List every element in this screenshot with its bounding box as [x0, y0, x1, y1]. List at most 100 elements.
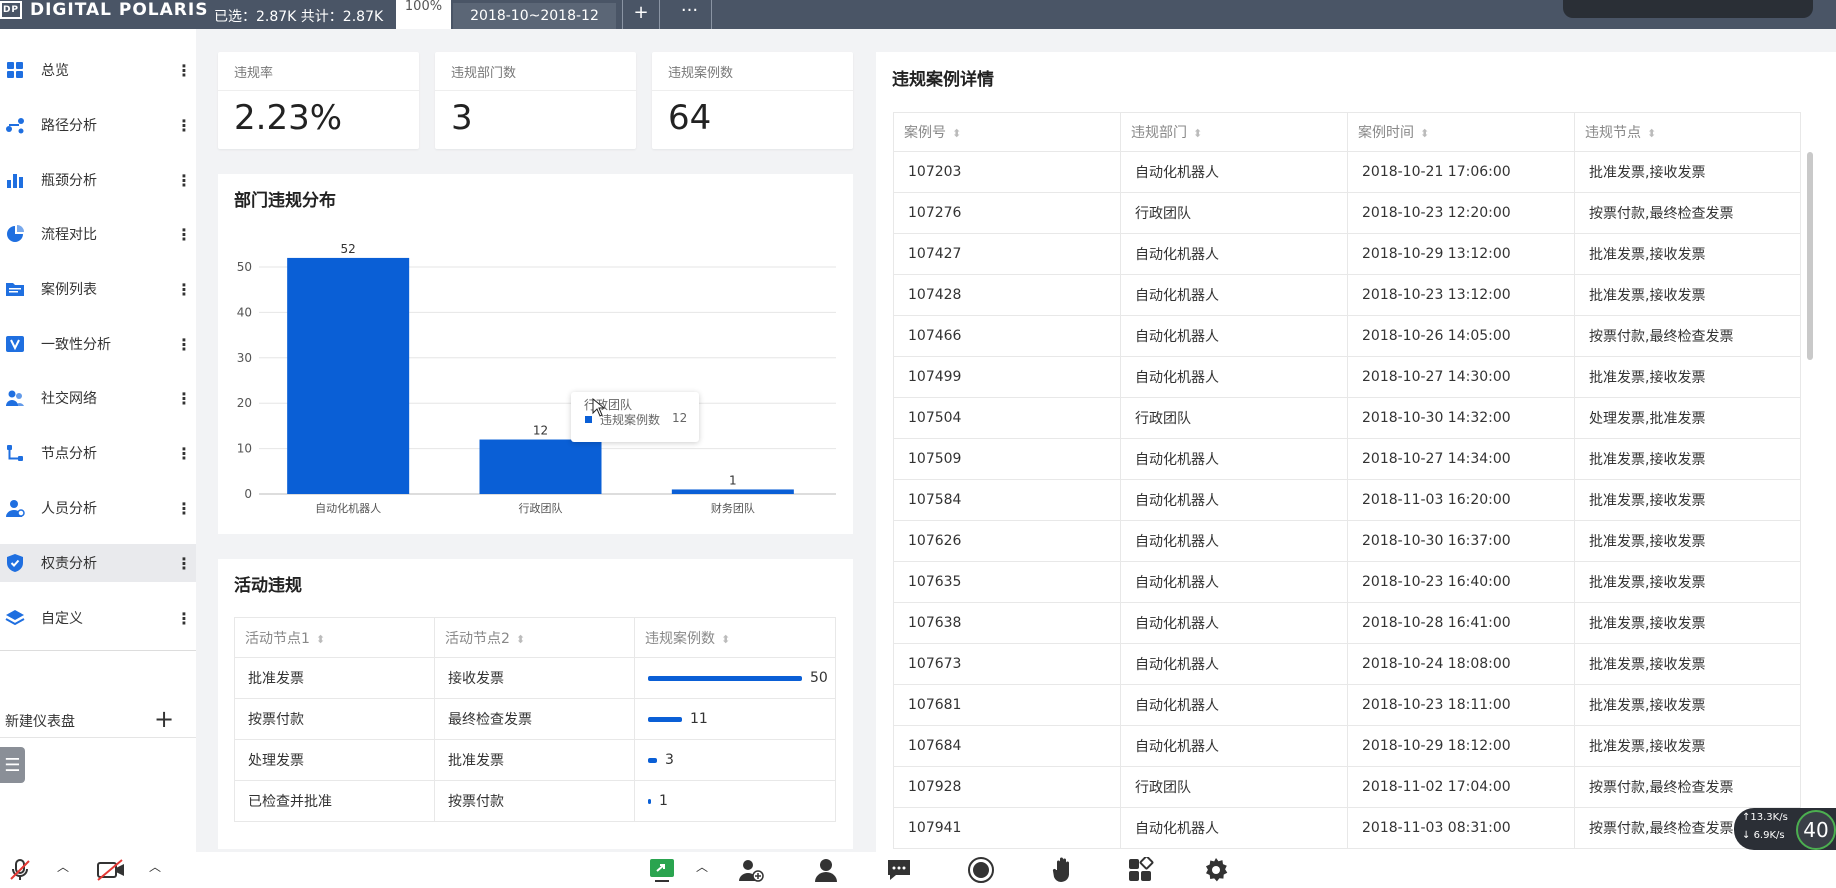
header-label: 违规部门	[1131, 125, 1187, 141]
sort-icon[interactable]: ⬍	[952, 127, 961, 140]
table-row[interactable]: 处理发票 批准发票 3	[234, 739, 836, 781]
zoom-level[interactable]: 100%	[396, 0, 451, 29]
kpi-value: 2.23%	[234, 98, 343, 138]
sort-icon[interactable]: ⬍	[1420, 127, 1429, 140]
sidebar-item-more-icon[interactable]: ⋮	[176, 116, 192, 135]
sort-icon[interactable]: ⬍	[516, 633, 525, 646]
chart-tooltip: 行政团队 违规案例数 12	[571, 392, 699, 442]
col-activity-1[interactable]: 活动节点1 ⬍	[234, 617, 435, 658]
table-row[interactable]: 107928 行政团队 2018-11-02 17:04:00 按票付款,最终检查发票	[893, 766, 1801, 808]
table-row[interactable]: 107673 自动化机器人 2018-10-24 18:08:00 批准发票,接收发票	[893, 643, 1801, 685]
table-row[interactable]: 107626 自动化机器人 2018-10-30 16:37:00 批准发票,接收发票	[893, 520, 1801, 562]
selection-summary: 已选：2.87K 共计：2.87K	[214, 9, 384, 25]
new-dashboard-label[interactable]: 新建仪表盘	[5, 711, 75, 731]
sidebar-item-more-icon[interactable]: ⋮	[176, 61, 192, 80]
x-tick-label: 行政团队	[519, 501, 563, 515]
table-row[interactable]: 批准发票 接收发票 50	[234, 657, 836, 699]
mic-options-chevron-icon[interactable]: ︿	[57, 858, 69, 875]
header-label: 案例号	[904, 125, 946, 141]
grid-icon	[5, 60, 25, 80]
activity-node-2: 批准发票	[434, 739, 635, 781]
sidebar-item-more-icon[interactable]: ⋮	[176, 609, 192, 628]
table-row[interactable]: 已检查并批准 按票付款 1	[234, 780, 836, 822]
case-time-cell: 2018-10-28 16:41:00	[1347, 602, 1575, 644]
sidebar-item-8[interactable]: 节点分析 ⋮	[0, 434, 196, 472]
sidebar-item-6[interactable]: 一致性分析 ⋮	[0, 325, 196, 363]
violation-nodes-cell: 按票付款,最终检查发票	[1574, 192, 1801, 234]
apps-icon[interactable]	[1126, 856, 1156, 884]
y-tick-label: 30	[237, 351, 252, 365]
table-row[interactable]: 107638 自动化机器人 2018-10-28 16:41:00 批准发票,接收发票	[893, 602, 1801, 644]
share-options-chevron-icon[interactable]: ︿	[696, 858, 708, 875]
table-row[interactable]: 107427 自动化机器人 2018-10-29 13:12:00 批准发票,接收发票	[893, 233, 1801, 275]
table-row[interactable]: 107499 自动化机器人 2018-10-27 14:30:00 批准发票,接收发票	[893, 356, 1801, 398]
table-row[interactable]: 107203 自动化机器人 2018-10-21 17:06:00 批准发票,接收发票	[893, 151, 1801, 193]
violation-count-cell: 3	[634, 739, 836, 781]
sidebar-item-7[interactable]: 社交网络 ⋮	[0, 379, 196, 417]
sort-icon[interactable]: ⬍	[316, 633, 325, 646]
sidebar-item-label: 权责分析	[41, 556, 97, 572]
table-row[interactable]: 107941 自动化机器人 2018-11-03 08:31:00 按票付款,最终检查…	[893, 807, 1801, 849]
settings-gear-icon[interactable]	[1201, 856, 1231, 884]
date-range-tab[interactable]: 2018-10~2018-12	[453, 3, 616, 29]
sidebar-item-more-icon[interactable]: ⋮	[176, 389, 192, 408]
sidebar-item-1[interactable]: 总览 ⋮	[0, 51, 196, 89]
sidebar-item-3[interactable]: 瓶颈分析 ⋮	[0, 161, 196, 199]
col-violation-count[interactable]: 违规案例数 ⬍	[634, 617, 836, 658]
col-violation-nodes[interactable]: 违规节点 ⬍	[1574, 112, 1801, 152]
col-case-id[interactable]: 案例号 ⬍	[893, 112, 1121, 152]
sidebar-item-4[interactable]: 流程对比 ⋮	[0, 215, 196, 253]
video-options-chevron-icon[interactable]: ︿	[149, 858, 161, 875]
table-row[interactable]: 107635 自动化机器人 2018-10-23 16:40:00 批准发票,接收发票	[893, 561, 1801, 603]
sidebar-item-2[interactable]: 路径分析 ⋮	[0, 106, 196, 144]
table-row[interactable]: 107509 自动化机器人 2018-10-27 14:34:00 批准发票,接收发票	[893, 438, 1801, 480]
participants-icon[interactable]	[811, 856, 841, 884]
table-row[interactable]: 107428 自动化机器人 2018-10-23 13:12:00 批准发票,接收发票	[893, 274, 1801, 316]
sort-icon[interactable]: ⬍	[1647, 127, 1656, 140]
sidebar-item-more-icon[interactable]: ⋮	[176, 335, 192, 354]
table-row[interactable]: 按票付款 最终检查发票 11	[234, 698, 836, 740]
collapse-sidebar-button[interactable]: ☰	[0, 747, 25, 783]
raise-hand-icon[interactable]	[1049, 856, 1079, 884]
sidebar-item-11[interactable]: 自定义 ⋮	[0, 599, 196, 637]
department-cell: 自动化机器人	[1120, 643, 1348, 685]
col-activity-2[interactable]: 活动节点2 ⬍	[434, 617, 635, 658]
activity-node-1: 处理发票	[234, 739, 435, 781]
sidebar-item-9[interactable]: 人员分析 ⋮	[0, 489, 196, 527]
table-scrollbar[interactable]	[1807, 152, 1813, 360]
video-off-icon[interactable]	[96, 856, 126, 884]
sidebar-item-5[interactable]: 案例列表 ⋮	[0, 270, 196, 308]
case-id-cell: 107203	[893, 151, 1121, 193]
sidebar-item-more-icon[interactable]: ⋮	[176, 444, 192, 463]
path-icon	[5, 115, 25, 135]
sidebar-item-more-icon[interactable]: ⋮	[176, 225, 192, 244]
table-row[interactable]: 107466 自动化机器人 2018-10-26 14:05:00 按票付款,最终检查…	[893, 315, 1801, 357]
sidebar-item-more-icon[interactable]: ⋮	[176, 280, 192, 299]
share-screen-icon[interactable]	[647, 856, 677, 884]
table-row[interactable]: 107681 自动化机器人 2018-10-23 18:11:00 批准发票,接收发票	[893, 684, 1801, 726]
col-department[interactable]: 违规部门 ⬍	[1120, 112, 1348, 152]
case-time-cell: 2018-10-23 12:20:00	[1347, 192, 1575, 234]
sort-icon[interactable]: ⬍	[1193, 127, 1202, 140]
table-row[interactable]: 107684 自动化机器人 2018-10-29 18:12:00 批准发票,接收发票	[893, 725, 1801, 767]
sort-icon[interactable]: ⬍	[721, 633, 730, 646]
table-row[interactable]: 107584 自动化机器人 2018-11-03 16:20:00 批准发票,接收发票	[893, 479, 1801, 521]
table-row[interactable]: 107276 行政团队 2018-10-23 12:20:00 按票付款,最终检查发票	[893, 192, 1801, 234]
add-filter-button[interactable]: +	[622, 0, 660, 29]
mute-mic-icon[interactable]	[5, 856, 35, 884]
record-icon[interactable]	[966, 856, 996, 884]
more-button[interactable]: ···	[668, 0, 712, 29]
table-row[interactable]: 107504 行政团队 2018-10-30 14:32:00 处理发票,批准发票	[893, 397, 1801, 439]
chat-icon[interactable]	[884, 856, 914, 884]
new-dashboard-button[interactable]: +	[154, 705, 174, 733]
count-bar	[648, 675, 802, 681]
department-cell: 行政团队	[1120, 192, 1348, 234]
sidebar-item-10[interactable]: 权责分析 ⋮	[0, 544, 196, 582]
invite-icon[interactable]	[736, 856, 766, 884]
kpi-divider	[218, 90, 419, 91]
sidebar-item-more-icon[interactable]: ⋮	[176, 554, 192, 573]
col-case-time[interactable]: 案例时间 ⬍	[1347, 112, 1575, 152]
sidebar-item-more-icon[interactable]: ⋮	[176, 499, 192, 518]
dept-chart-panel: 部门违规分布 0 10 20 30 40 50 52 自动化机器人 12 行政团队 1 财务团队	[218, 174, 853, 534]
sidebar-item-more-icon[interactable]: ⋮	[176, 171, 192, 190]
